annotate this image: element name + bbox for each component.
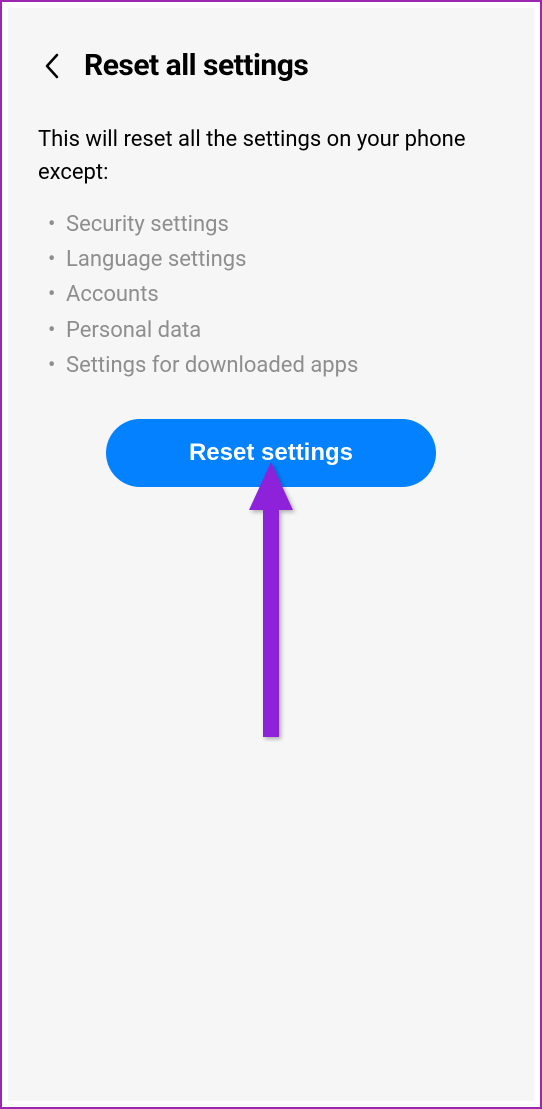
list-item: Settings for downloaded apps (66, 348, 504, 383)
exceptions-list: Security settings Language settings Acco… (38, 207, 504, 383)
annotation-arrow-icon (241, 462, 301, 742)
list-item: Accounts (66, 277, 504, 312)
back-button[interactable] (38, 52, 66, 80)
list-item: Personal data (66, 313, 504, 348)
button-container: Reset settings (38, 419, 504, 487)
reset-settings-button[interactable]: Reset settings (106, 419, 436, 487)
chevron-left-icon (44, 53, 60, 79)
description-text: This will reset all the settings on your… (38, 123, 504, 189)
header: Reset all settings (38, 48, 504, 83)
page-title: Reset all settings (84, 48, 308, 83)
list-item: Security settings (66, 207, 504, 242)
list-item: Language settings (66, 242, 504, 277)
